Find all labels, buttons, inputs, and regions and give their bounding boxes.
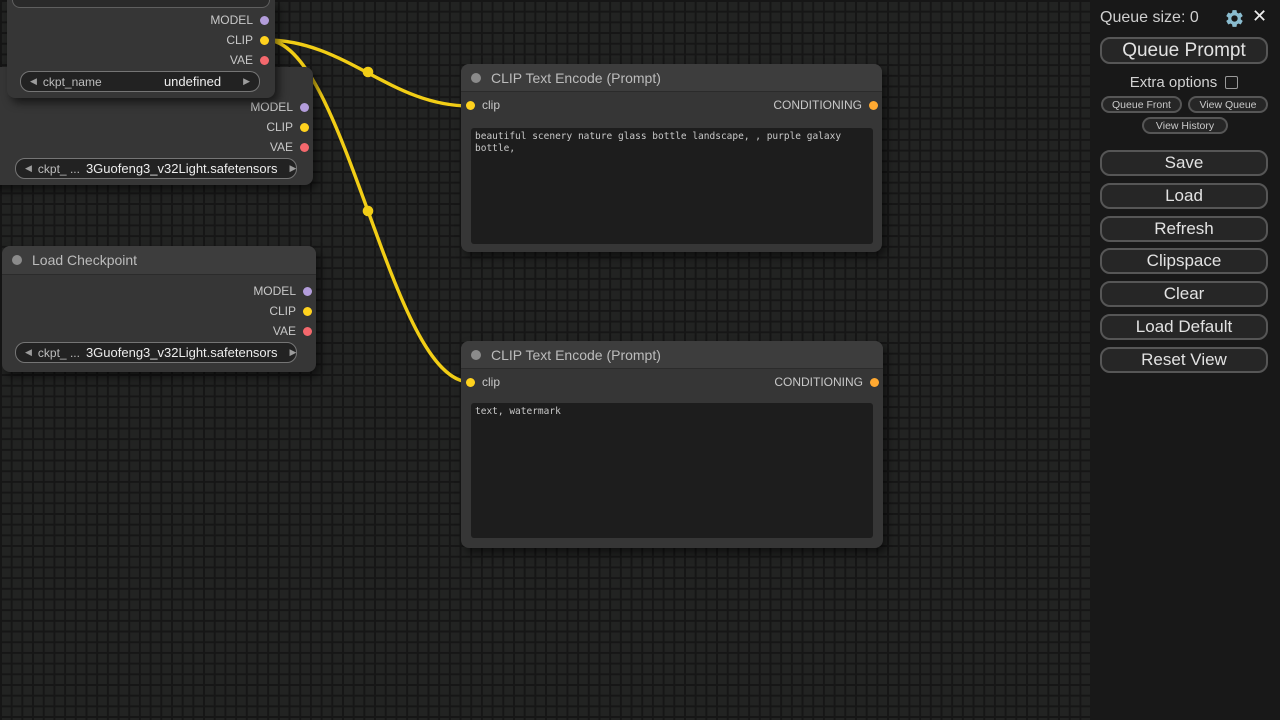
- output-slot-clip[interactable]: CLIP: [269, 301, 312, 321]
- ckpt-name-combo-widget[interactable]: ◀ ckpt_ ... 3Guofeng3_v32Light.safetenso…: [15, 158, 297, 179]
- node-title: Load Checkpoint: [32, 252, 137, 268]
- node-clip-text-encode-negative[interactable]: CLIP Text Encode (Prompt) clip CONDITION…: [461, 341, 883, 548]
- combo-left-arrow-icon[interactable]: ◀: [25, 348, 32, 357]
- combo-right-arrow-icon[interactable]: ▶: [289, 348, 296, 357]
- node-collapse-dot[interactable]: [471, 73, 481, 83]
- output-label: CLIP: [226, 33, 253, 47]
- node-title-bar[interactable]: CLIP Text Encode (Prompt): [461, 64, 882, 92]
- output-slot-vae[interactable]: VAE: [270, 137, 309, 157]
- output-label: VAE: [273, 324, 296, 338]
- conditioning-port-dot[interactable]: [870, 378, 879, 387]
- node-collapse-dot[interactable]: [12, 255, 22, 265]
- model-port-dot[interactable]: [300, 103, 309, 112]
- output-label: CONDITIONING: [773, 98, 862, 112]
- output-slot-conditioning[interactable]: CONDITIONING: [774, 372, 879, 392]
- model-port-dot[interactable]: [260, 16, 269, 25]
- close-icon[interactable]: ✕: [1252, 6, 1267, 27]
- output-label: MODEL: [250, 100, 293, 114]
- node-title: CLIP Text Encode (Prompt): [491, 70, 661, 86]
- combo-left-arrow-icon[interactable]: ◀: [25, 164, 32, 173]
- reset-view-button[interactable]: Reset View: [1100, 347, 1268, 373]
- clip-port-dot[interactable]: [303, 307, 312, 316]
- widget-label: ckpt_ ...: [38, 162, 80, 176]
- clipspace-button[interactable]: Clipspace: [1100, 248, 1268, 274]
- input-label: clip: [482, 375, 500, 389]
- output-label: MODEL: [253, 284, 296, 298]
- load-button[interactable]: Load: [1100, 183, 1268, 209]
- widget-label: ckpt_name: [43, 75, 102, 89]
- widget-value: 3Guofeng3_v32Light.safetensors: [86, 161, 278, 176]
- ckpt-name-combo-widget[interactable]: ◀ ckpt_name undefined ▶: [20, 71, 260, 92]
- node-load-checkpoint[interactable]: Load Checkpoint MODEL CLIP VAE ◀ ckpt_ .…: [2, 246, 316, 372]
- clip-input-dot[interactable]: [466, 101, 475, 110]
- save-button[interactable]: Save: [1100, 150, 1268, 176]
- extra-options-checkbox[interactable]: [1225, 76, 1238, 89]
- model-port-dot[interactable]: [303, 287, 312, 296]
- positive-prompt-textarea[interactable]: beautiful scenery nature glass bottle la…: [471, 128, 873, 244]
- node-clip-text-encode-positive[interactable]: CLIP Text Encode (Prompt) clip CONDITION…: [461, 64, 882, 252]
- view-history-button[interactable]: View History: [1142, 117, 1228, 134]
- output-label: MODEL: [210, 13, 253, 27]
- queue-prompt-button[interactable]: Queue Prompt: [1100, 37, 1268, 64]
- comfyui-app: MODEL CLIP VAE ◀ ckpt_ ... 3Guofeng3_v32…: [0, 0, 1280, 720]
- output-label: CONDITIONING: [774, 375, 863, 389]
- queue-front-button[interactable]: Queue Front: [1101, 96, 1182, 113]
- output-label: VAE: [270, 140, 293, 154]
- output-slot-conditioning[interactable]: CONDITIONING: [773, 95, 878, 115]
- load-default-button[interactable]: Load Default: [1100, 314, 1268, 340]
- output-slot-model[interactable]: MODEL: [210, 10, 269, 30]
- negative-prompt-textarea[interactable]: text, watermark: [471, 403, 873, 538]
- input-label: clip: [482, 98, 500, 112]
- clear-button[interactable]: Clear: [1100, 281, 1268, 307]
- node-title-bar[interactable]: CLIP Text Encode (Prompt): [461, 341, 883, 369]
- vae-port-dot[interactable]: [303, 327, 312, 336]
- node-title: CLIP Text Encode (Prompt): [491, 347, 661, 363]
- view-queue-button[interactable]: View Queue: [1188, 96, 1268, 113]
- extra-options-row: Extra options: [1100, 74, 1268, 91]
- node-collapse-dot[interactable]: [471, 350, 481, 360]
- output-label: CLIP: [266, 120, 293, 134]
- vae-port-dot[interactable]: [260, 56, 269, 65]
- clipped-widget-fragment: [12, 0, 270, 8]
- output-label: CLIP: [269, 304, 296, 318]
- output-slot-model[interactable]: MODEL: [253, 281, 312, 301]
- clip-port-dot[interactable]: [300, 123, 309, 132]
- input-slot-clip[interactable]: clip: [466, 372, 500, 392]
- node-load-checkpoint-top[interactable]: MODEL CLIP VAE ◀ ckpt_name undefined ▶: [7, 0, 275, 98]
- input-slot-clip[interactable]: clip: [466, 95, 500, 115]
- clip-port-dot[interactable]: [260, 36, 269, 45]
- widget-value: 3Guofeng3_v32Light.safetensors: [86, 345, 278, 360]
- combo-left-arrow-icon[interactable]: ◀: [30, 77, 37, 86]
- vae-port-dot[interactable]: [300, 143, 309, 152]
- combo-right-arrow-icon[interactable]: ▶: [289, 164, 296, 173]
- output-slot-clip[interactable]: CLIP: [226, 30, 269, 50]
- refresh-button[interactable]: Refresh: [1100, 216, 1268, 242]
- combo-right-arrow-icon[interactable]: ▶: [243, 77, 250, 86]
- conditioning-port-dot[interactable]: [869, 101, 878, 110]
- settings-gear-icon[interactable]: [1224, 8, 1245, 29]
- clip-input-dot[interactable]: [466, 378, 475, 387]
- output-slot-vae[interactable]: VAE: [273, 321, 312, 341]
- widget-label: ckpt_ ...: [38, 346, 80, 360]
- queue-size-label: Queue size: 0: [1100, 9, 1199, 27]
- extra-options-label: Extra options: [1130, 74, 1218, 91]
- ckpt-name-combo-widget[interactable]: ◀ ckpt_ ... 3Guofeng3_v32Light.safetenso…: [15, 342, 297, 363]
- output-slot-clip[interactable]: CLIP: [266, 117, 309, 137]
- comfy-menu-panel: Queue size: 0 ✕ Queue Prompt Extra optio…: [1090, 0, 1280, 720]
- output-slot-model[interactable]: MODEL: [250, 97, 309, 117]
- output-slot-vae[interactable]: VAE: [230, 50, 269, 70]
- widget-value: undefined: [164, 74, 221, 89]
- output-label: VAE: [230, 53, 253, 67]
- node-title-bar[interactable]: Load Checkpoint: [2, 246, 316, 275]
